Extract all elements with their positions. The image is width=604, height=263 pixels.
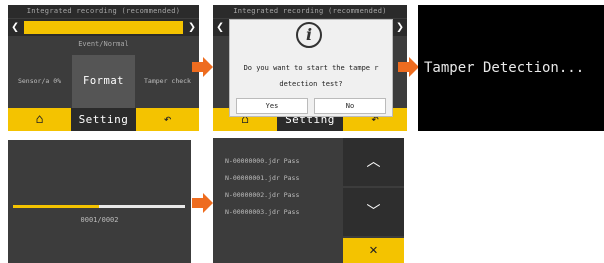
yes-button[interactable]: Yes <box>236 98 308 114</box>
mode-selector: ❮ ❯ <box>8 19 199 36</box>
chevron-right-icon[interactable]: ❯ <box>393 19 407 36</box>
event-normal-label: Event/Normal <box>78 40 129 48</box>
screen-results: N-00000000.jdr Pass N-00000001.jdr Pass … <box>213 138 404 263</box>
chevron-down-icon[interactable]: ﹀ <box>343 188 404 236</box>
flow-arrow-icon <box>398 57 419 77</box>
screen-tamper-detection: Tamper Detection... <box>418 5 604 131</box>
confirm-dialog: i Do you want to start the tampe r detec… <box>229 19 393 117</box>
screen-progress: 0001/0002 <box>8 140 191 263</box>
sensor-button[interactable]: Sensor/a 0% <box>8 55 71 108</box>
tamper-check-button[interactable]: Tamper check <box>136 55 199 108</box>
screen-settings: Integrated recording (recommended) ❮ ❯ E… <box>8 5 199 131</box>
settings-button-row: Sensor/a 0% Format Tamper check <box>8 55 199 108</box>
list-item: N-00000000.jdr Pass <box>225 157 300 165</box>
info-icon: i <box>296 22 322 48</box>
bottom-bar: ⌂ Setting ↶ <box>8 108 199 131</box>
chevron-left-icon[interactable]: ❮ <box>213 19 227 36</box>
flow-arrow-icon <box>192 193 213 213</box>
mode-selector-bar[interactable] <box>24 21 183 34</box>
chevron-up-icon[interactable]: ︿ <box>343 138 404 186</box>
progress-count: 0001/0002 <box>80 216 119 224</box>
no-button[interactable]: No <box>314 98 386 114</box>
list-item: N-00000002.jdr Pass <box>225 191 300 199</box>
setting-button[interactable]: Setting <box>71 108 136 131</box>
chevron-right-icon[interactable]: ❯ <box>185 19 199 36</box>
close-icon[interactable]: ✕ <box>343 238 404 263</box>
progress-fill <box>13 205 99 208</box>
dialog-message: Do you want to start the tampe r detecti… <box>243 64 379 88</box>
recording-mode-title: Integrated recording (recommended) <box>213 5 407 18</box>
recording-mode-title: Integrated recording (recommended) <box>8 5 199 18</box>
progress-bar <box>13 205 185 208</box>
flow-arrow-icon <box>192 57 213 77</box>
scroll-controls: ︿ ﹀ ✕ <box>343 138 404 263</box>
list-item: N-00000003.jdr Pass <box>225 208 300 216</box>
format-button[interactable]: Format <box>72 55 135 108</box>
screen-dialog: Integrated recording (recommended) ❮ ❯ ⌂… <box>213 5 407 131</box>
list-item: N-00000001.jdr Pass <box>225 174 300 182</box>
tamper-detection-text: Tamper Detection... <box>424 60 585 76</box>
chevron-left-icon[interactable]: ❮ <box>8 19 22 36</box>
back-icon[interactable]: ↶ <box>136 108 199 131</box>
home-icon[interactable]: ⌂ <box>8 108 71 131</box>
